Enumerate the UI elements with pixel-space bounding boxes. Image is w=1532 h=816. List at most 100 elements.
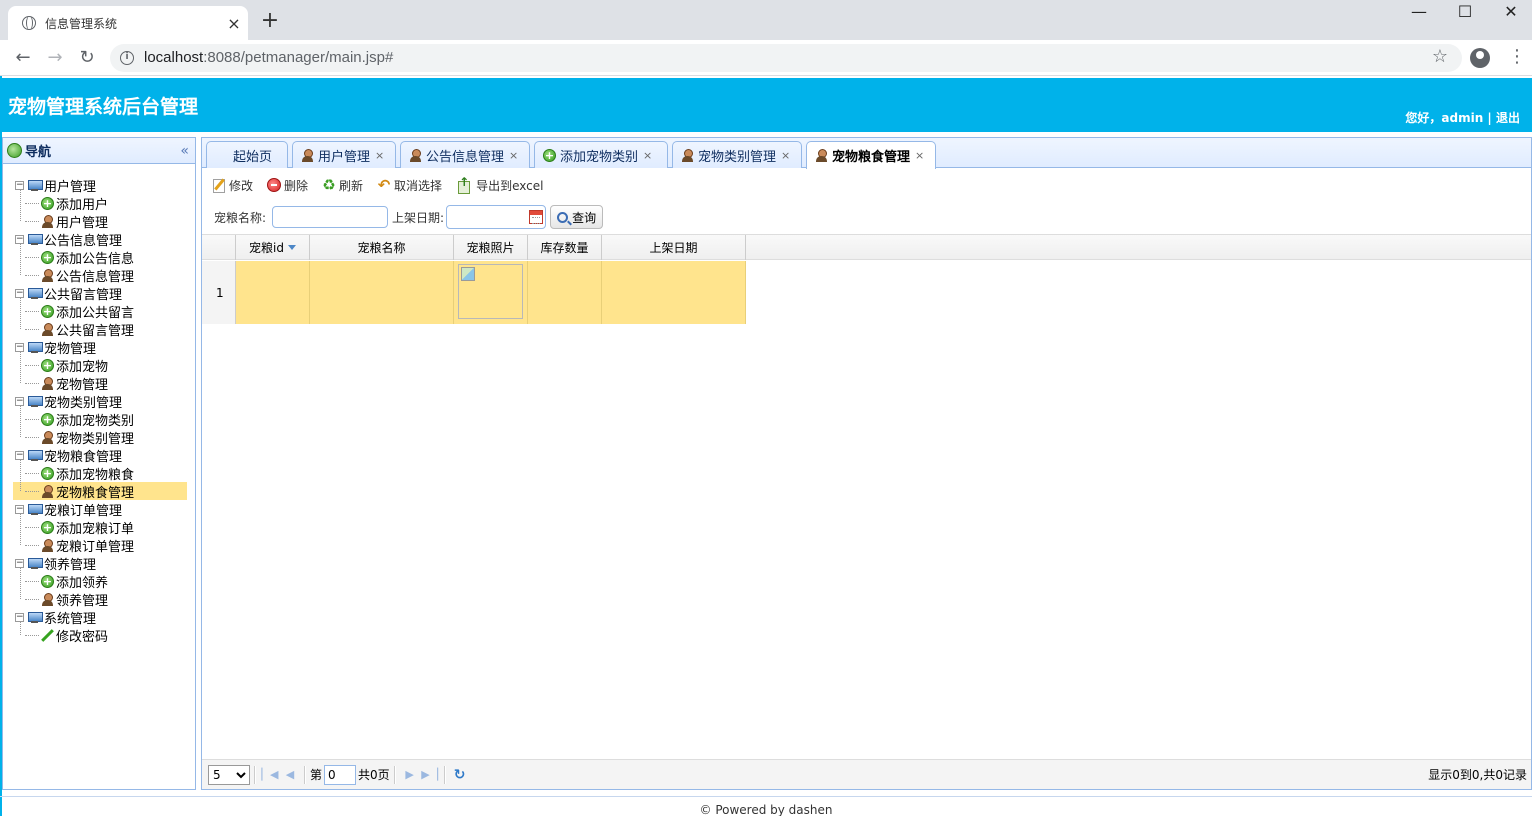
account-avatar-icon[interactable] [1470, 48, 1490, 68]
tab-item[interactable]: 宠物粮食管理 × [806, 141, 936, 169]
column-header-date[interactable]: 上架日期 [602, 235, 746, 260]
nav-item[interactable]: 宠粮订单管理 [13, 536, 134, 555]
nav-group[interactable]: − 领养管理 [13, 554, 96, 573]
tab-item[interactable]: 宠物类别管理 × [672, 141, 802, 168]
pager-separator [304, 765, 306, 784]
nav-item[interactable]: + 添加宠粮订单 [13, 518, 134, 537]
next-page-button[interactable]: ▶ [400, 768, 420, 781]
nav-group[interactable]: − 宠物管理 [13, 338, 96, 357]
edit-button[interactable]: 修改 [212, 177, 253, 194]
user-greeting-logout[interactable]: 您好，admin | 退出 [1405, 109, 1520, 126]
column-header-stock[interactable]: 库存数量 [528, 235, 602, 260]
new-tab-button[interactable]: + [258, 9, 282, 33]
first-page-button[interactable]: ▏◀ [260, 768, 280, 781]
back-button[interactable]: ← [10, 45, 36, 71]
collapse-node-icon[interactable]: − [15, 342, 24, 352]
cell-id[interactable] [236, 261, 310, 324]
nav-item[interactable]: 公告信息管理 [13, 266, 134, 285]
pager-refresh-icon[interactable]: ↻ [450, 767, 470, 783]
page-number-input[interactable] [324, 764, 357, 785]
listing-date-input[interactable] [446, 205, 547, 229]
collapse-node-icon[interactable]: − [15, 288, 24, 298]
nav-item[interactable]: 宠物粮食管理 [13, 482, 187, 501]
collapse-node-icon[interactable]: − [15, 504, 24, 514]
nav-group[interactable]: − 公告信息管理 [13, 230, 123, 249]
tab-close-icon[interactable]: × [509, 149, 518, 162]
forward-button[interactable]: → [42, 45, 68, 71]
prev-page-button[interactable]: ◀ [280, 768, 300, 781]
nav-item[interactable]: + 添加宠物类别 [13, 410, 134, 429]
tree-vertical-line [20, 514, 21, 545]
cell-date[interactable] [602, 261, 746, 324]
delete-button[interactable]: 删除 [267, 177, 308, 194]
cell-stock[interactable] [528, 261, 602, 324]
collapse-node-icon[interactable]: − [15, 396, 24, 406]
tree-connector [25, 202, 39, 204]
nav-item-label: 宠物管理 [56, 377, 109, 393]
bookmark-star-icon[interactable]: ☆ [1432, 46, 1448, 67]
nav-group[interactable]: − 宠粮订单管理 [13, 500, 122, 519]
collapse-node-icon[interactable]: − [15, 558, 24, 568]
query-button[interactable]: 查询 [550, 205, 604, 229]
tree-connector [25, 436, 39, 438]
refresh-button[interactable]: ♻ 刷新 [322, 177, 363, 194]
nav-item[interactable]: 修改密码 [13, 626, 108, 645]
address-bar[interactable]: i localhost:8088/petmanager/main.jsp# ☆ [110, 44, 1462, 72]
nav-item[interactable]: + 添加用户 [13, 194, 108, 213]
browser-tab-close-button[interactable]: × [224, 14, 244, 33]
cell-photo[interactable] [454, 261, 528, 324]
info-icon[interactable]: i [120, 51, 134, 65]
tab-item[interactable]: 公告信息管理 × [400, 141, 530, 168]
food-name-input[interactable] [272, 206, 389, 228]
nav-group[interactable]: − 用户管理 [13, 176, 96, 195]
collapse-node-icon[interactable]: − [15, 450, 24, 460]
export-excel-button[interactable]: 导出到excel [456, 175, 543, 194]
nav-item[interactable]: 领养管理 [13, 590, 108, 609]
nav-item-label: 公共留言管理 [56, 323, 135, 339]
collapse-icon[interactable]: « [180, 143, 189, 159]
nav-group-label: 公告信息管理 [44, 233, 123, 249]
minimize-button[interactable]: — [1396, 2, 1442, 26]
collapse-node-icon[interactable]: − [15, 180, 24, 190]
nav-group[interactable]: − 系统管理 [13, 608, 96, 627]
url-path: :8088/petmanager/main.jsp# [203, 49, 394, 66]
tab-item[interactable]: 起始页 [206, 141, 288, 168]
nav-item[interactable]: 用户管理 [13, 212, 108, 231]
nav-group[interactable]: − 宠物类别管理 [13, 392, 122, 411]
browser-tab[interactable]: 信息管理系统 × [8, 6, 248, 40]
cancel-select-button[interactable]: ↶ 取消选择 [377, 177, 442, 194]
nav-item[interactable]: + 添加宠物粮食 [13, 464, 134, 483]
page-size-select[interactable]: 5101520 [208, 764, 250, 785]
column-header-photo[interactable]: 宠粮照片 [454, 235, 528, 260]
nav-item[interactable]: 公共留言管理 [13, 320, 135, 339]
collapse-node-icon[interactable]: − [15, 234, 24, 244]
column-header-name[interactable]: 宠粮名称 [310, 235, 454, 260]
cell-name[interactable] [310, 261, 454, 324]
tab-item[interactable]: 用户管理 × [292, 141, 396, 168]
tab-close-icon[interactable]: × [781, 149, 790, 162]
nav-item[interactable]: 宠物管理 [13, 374, 109, 393]
window-close-button[interactable]: ✕ [1488, 2, 1532, 26]
tree-connector [25, 472, 39, 474]
tab-item[interactable]: + 添加宠物类别 × [534, 141, 668, 168]
tab-close-icon[interactable]: × [643, 149, 652, 162]
user-icon [41, 322, 54, 336]
tab-close-icon[interactable]: × [915, 149, 924, 162]
tab-close-icon[interactable]: × [375, 149, 384, 162]
maximize-button[interactable]: ☐ [1442, 2, 1488, 26]
nav-item[interactable]: + 添加公共留言 [13, 302, 134, 321]
browser-menu-icon[interactable]: ⋮ [1508, 46, 1526, 68]
column-header-id[interactable]: 宠粮id [236, 235, 310, 260]
nav-item[interactable]: 宠物类别管理 [13, 428, 134, 447]
nav-group[interactable]: − 公共留言管理 [13, 284, 122, 303]
nav-item[interactable]: + 添加公告信息 [13, 248, 134, 267]
nav-group[interactable]: − 宠物粮食管理 [13, 446, 122, 465]
add-circle-icon: + [41, 358, 54, 372]
nav-item[interactable]: + 添加领养 [13, 572, 108, 591]
calendar-icon[interactable] [529, 210, 544, 224]
last-page-button[interactable]: ▶▕ [420, 768, 440, 781]
collapse-node-icon[interactable]: − [15, 612, 24, 622]
nav-item[interactable]: + 添加宠物 [13, 356, 108, 375]
reload-button[interactable]: ↻ [74, 45, 100, 71]
edit-icon [212, 178, 226, 193]
